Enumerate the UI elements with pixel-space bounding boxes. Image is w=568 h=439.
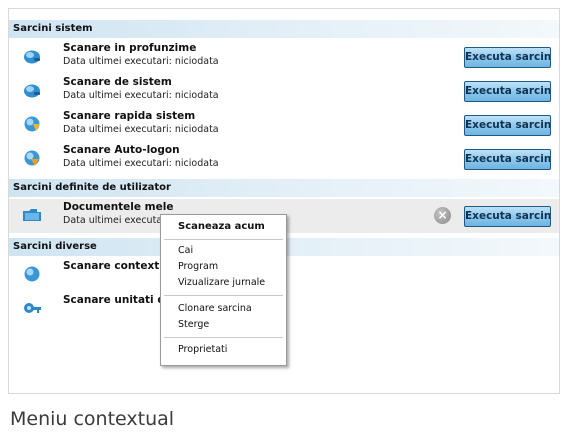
run-task-button[interactable]: Executa sarcina — [464, 206, 551, 227]
task-name: Scanare unitati de — [63, 294, 172, 306]
drive-scan-icon — [24, 303, 41, 313]
task-name: Scanare rapida sistem — [63, 110, 196, 122]
contextual-scan-icon — [24, 266, 40, 282]
task-deep-scan[interactable]: Scanare in profunzime Data ultimei execu… — [9, 40, 559, 74]
task-last-run: Data ultimei executari: niciodata — [63, 158, 219, 169]
task-last-run: Data ultimei executari: niciodata — [63, 90, 219, 101]
task-system-scan[interactable]: Scanare de sistem Data ultimei executari… — [9, 74, 559, 108]
task-autologon-scan[interactable]: Scanare Auto-logon Data ultimei executar… — [9, 142, 559, 176]
remove-task-icon[interactable]: × — [434, 207, 451, 224]
section-header-system: Sarcini sistem — [9, 20, 559, 38]
run-task-button[interactable]: Executa sarcina — [464, 149, 551, 170]
system-scan-icon — [24, 84, 40, 98]
task-name: Documentele mele — [63, 201, 174, 213]
autologon-scan-icon — [24, 150, 40, 166]
task-last-run: Data ultimei executari: niciodata — [63, 124, 219, 135]
task-name: Scanare de sistem — [63, 76, 172, 88]
deep-scan-icon — [24, 50, 40, 64]
task-name: Scanare in profunzime — [63, 42, 197, 54]
section-header-user: Sarcini definite de utilizator — [9, 179, 559, 197]
quick-scan-icon — [24, 116, 40, 132]
menu-item-paths[interactable]: Cai — [178, 245, 193, 256]
context-menu: Scaneaza acum Cai Program Vizualizare ju… — [160, 214, 287, 366]
folder-icon — [23, 209, 41, 221]
menu-item-view-logs[interactable]: Vizualizare jurnale — [178, 277, 265, 288]
menu-item-clone-task[interactable]: Clonare sarcina — [178, 303, 252, 314]
menu-item-properties[interactable]: Proprietati — [178, 344, 227, 355]
task-name: Scanare Auto-logon — [63, 144, 180, 156]
run-task-button[interactable]: Executa sarcina — [464, 81, 551, 102]
task-last-run: Data ultimei executari: niciodata — [63, 56, 219, 67]
task-quick-scan[interactable]: Scanare rapida sistem Data ultimei execu… — [9, 108, 559, 142]
figure-caption: Meniu contextual — [10, 408, 175, 430]
menu-separator — [164, 295, 283, 296]
run-task-button[interactable]: Executa sarcina — [464, 47, 551, 68]
menu-item-schedule[interactable]: Program — [178, 261, 218, 272]
menu-item-scan-now[interactable]: Scaneaza acum — [178, 221, 265, 232]
menu-separator — [164, 337, 283, 338]
menu-item-delete[interactable]: Sterge — [178, 319, 209, 330]
run-task-button[interactable]: Executa sarcina — [464, 115, 551, 136]
menu-separator — [164, 239, 283, 240]
